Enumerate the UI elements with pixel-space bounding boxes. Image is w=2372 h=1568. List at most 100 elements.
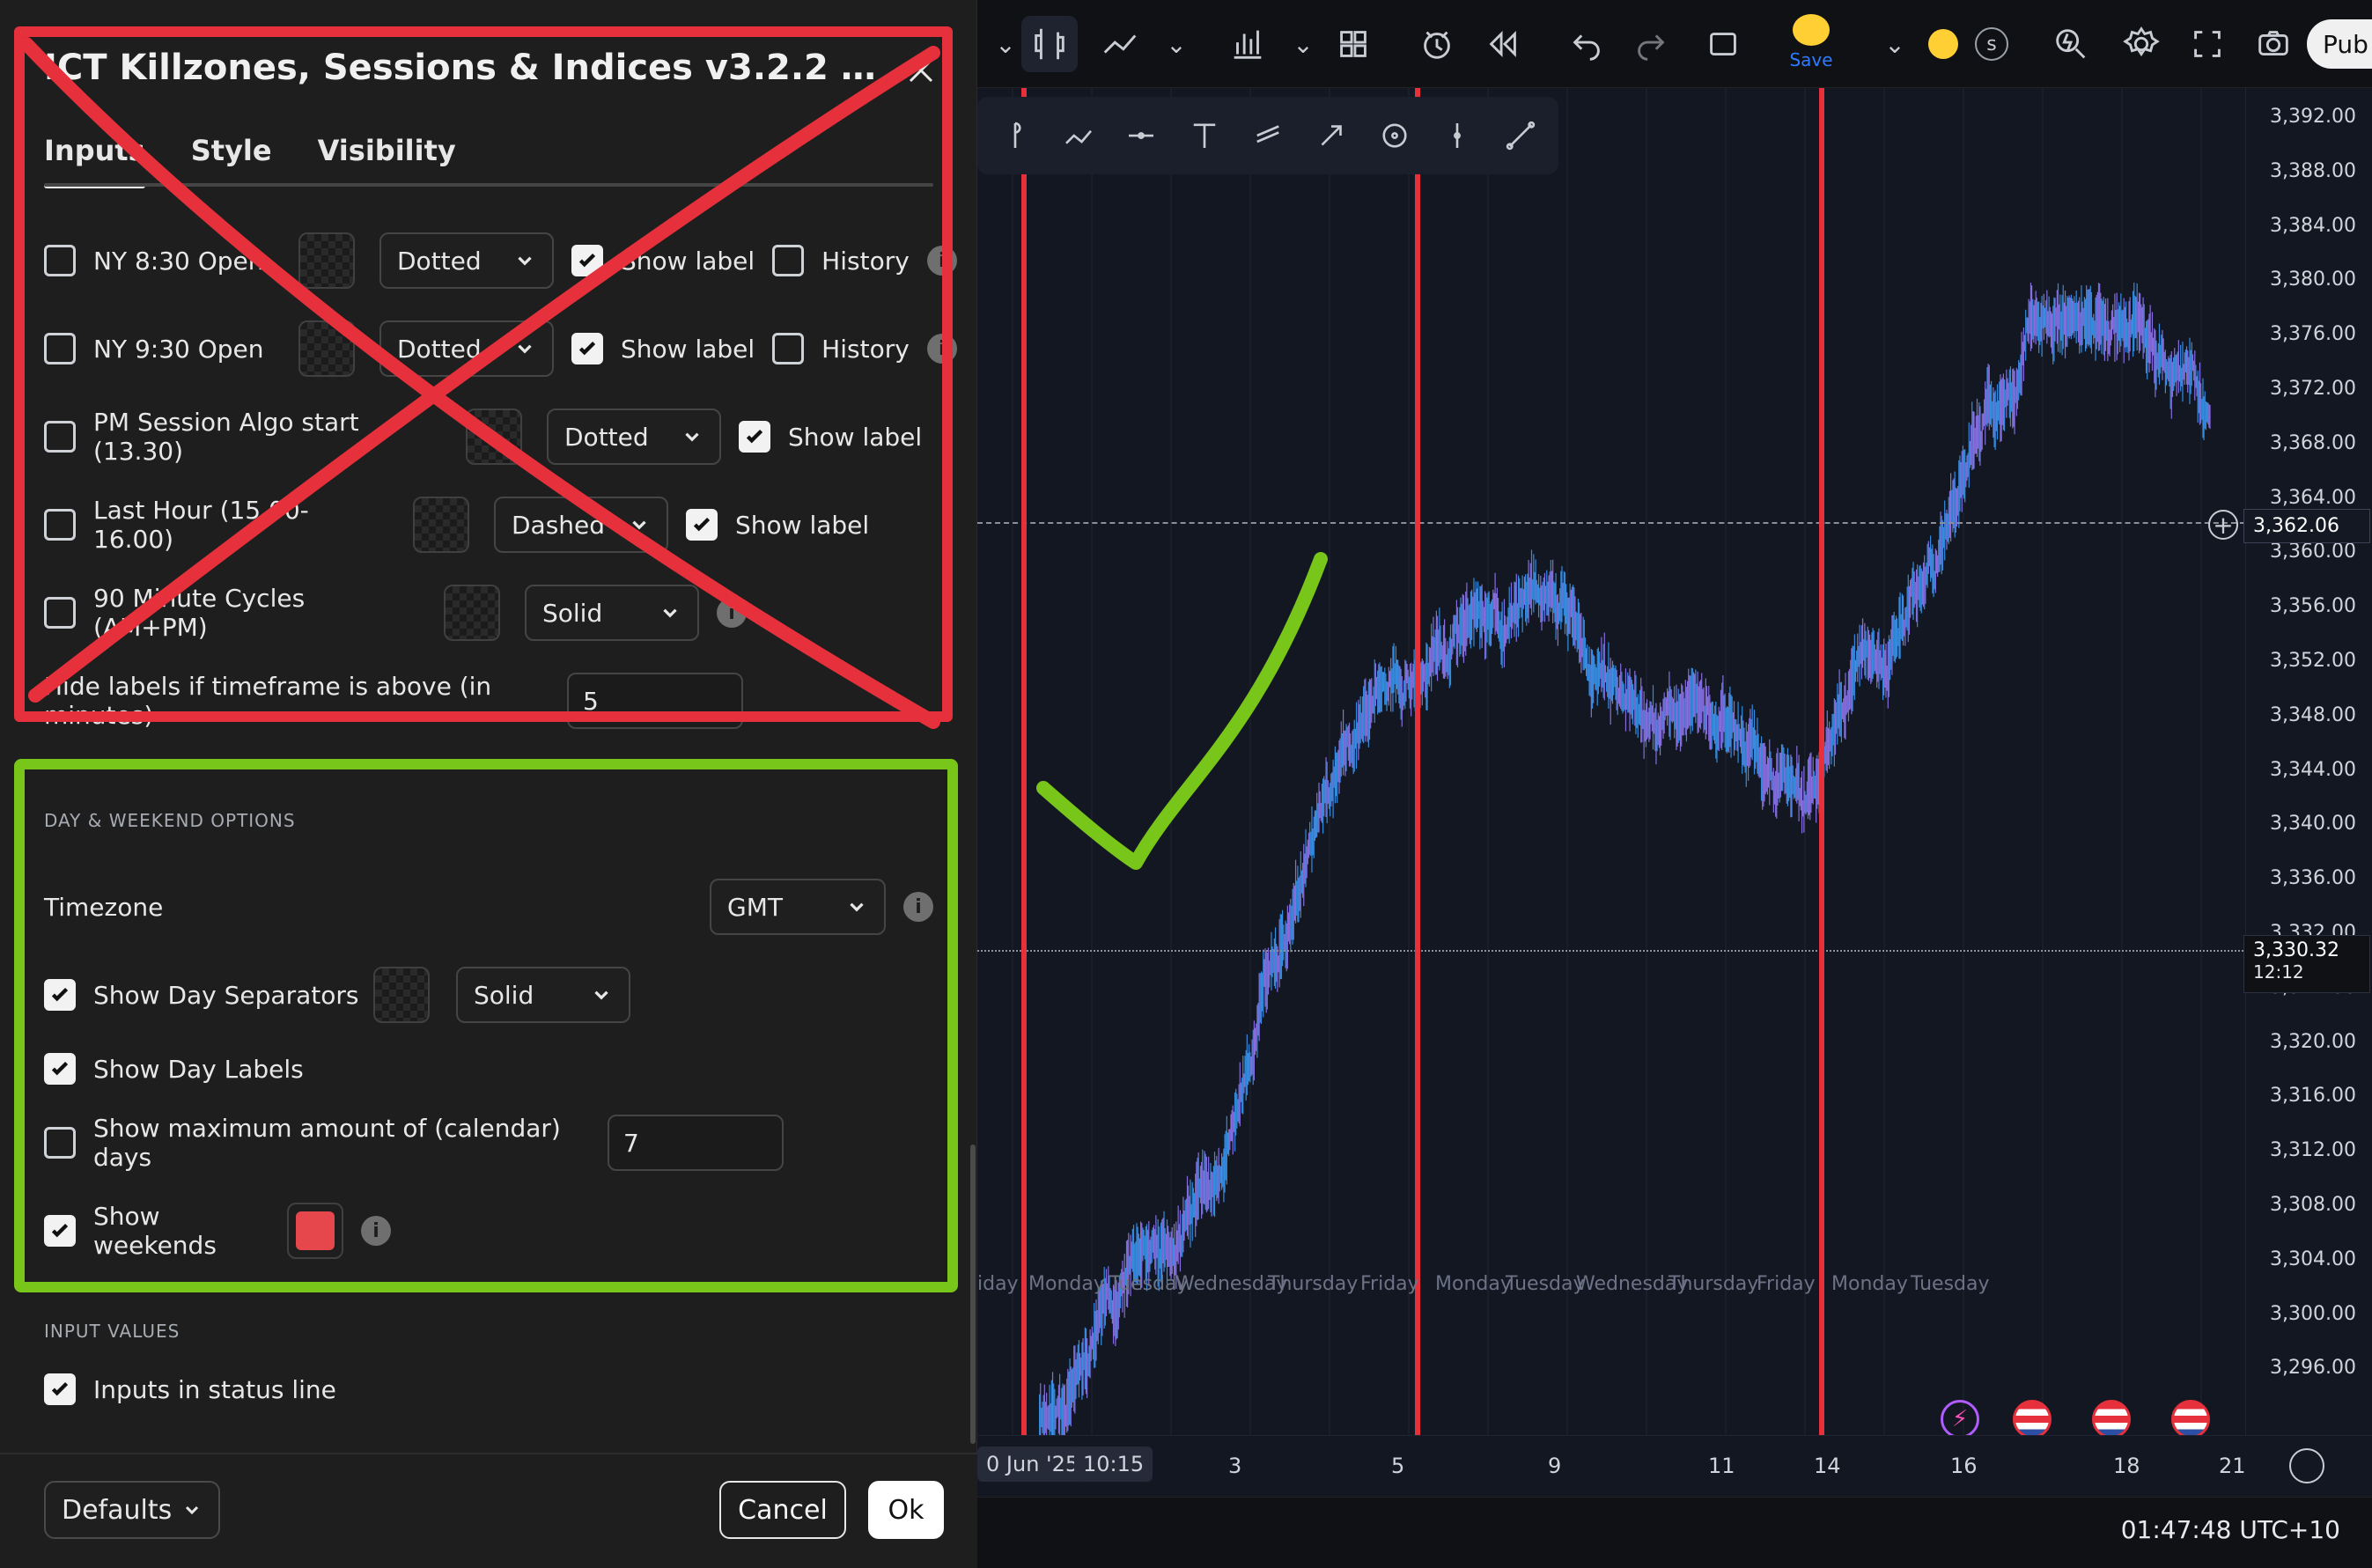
us-flag-icon[interactable] bbox=[2171, 1400, 2210, 1439]
weekend-color-swatch[interactable] bbox=[287, 1203, 343, 1259]
line-style-select[interactable]: Dotted bbox=[379, 232, 554, 289]
info-icon[interactable]: i bbox=[903, 892, 933, 922]
ok-button[interactable]: Ok bbox=[868, 1481, 944, 1539]
line-style-select[interactable]: Solid bbox=[525, 585, 699, 641]
line-style-select[interactable]: Dashed bbox=[494, 497, 668, 553]
color-swatch[interactable] bbox=[444, 585, 500, 641]
day-separator-style-select[interactable]: Solid bbox=[456, 967, 630, 1023]
save-button[interactable]: Save bbox=[1783, 14, 1839, 70]
publish-button[interactable]: Pub bbox=[2307, 19, 2372, 69]
info-icon[interactable]: i bbox=[927, 334, 957, 364]
candle bbox=[1840, 682, 1841, 737]
undo-button[interactable] bbox=[1558, 16, 1615, 72]
defaults-button[interactable]: Defaults bbox=[44, 1481, 220, 1539]
info-icon[interactable]: i bbox=[717, 598, 747, 628]
checkbox-show-label[interactable] bbox=[571, 245, 603, 276]
hide-labels-input[interactable]: 5 bbox=[567, 673, 743, 729]
info-icon[interactable]: i bbox=[361, 1216, 391, 1246]
alert-button[interactable] bbox=[1409, 16, 1465, 72]
fullscreen-icon bbox=[2187, 24, 2228, 64]
gear-icon[interactable] bbox=[2289, 1448, 2324, 1483]
horizontal-ray-button[interactable] bbox=[1118, 112, 1166, 159]
quick-search-button[interactable] bbox=[2043, 16, 2099, 72]
checkbox-pm-session[interactable] bbox=[44, 421, 76, 453]
arrow-tool-button[interactable] bbox=[1308, 112, 1355, 159]
candle bbox=[1493, 593, 1494, 609]
layouts-button[interactable] bbox=[1325, 16, 1381, 72]
candle bbox=[1979, 406, 1980, 466]
checkbox-last-hour[interactable] bbox=[44, 509, 76, 541]
user-avatar-button[interactable]: s bbox=[1963, 16, 2020, 72]
time-axis[interactable]: 0 Jun '25 10:15 3 5 9 11 14 16 18 21 bbox=[977, 1435, 2372, 1497]
candle bbox=[1308, 833, 1309, 858]
tab-inputs[interactable]: Inputs bbox=[44, 134, 145, 187]
color-swatch[interactable] bbox=[466, 409, 522, 465]
candle bbox=[1330, 774, 1331, 806]
candle bbox=[2045, 300, 2046, 334]
checkbox-max-days[interactable] bbox=[44, 1127, 76, 1159]
fullscreen-button[interactable] bbox=[2179, 16, 2236, 72]
settings-button[interactable] bbox=[2113, 16, 2169, 72]
checkbox-show-label[interactable] bbox=[571, 333, 603, 364]
checkbox-ny830[interactable] bbox=[44, 245, 76, 276]
checkbox-inputs-status-line[interactable] bbox=[44, 1373, 76, 1405]
timezone-select[interactable]: GMT bbox=[710, 879, 886, 935]
checkbox-day-labels[interactable] bbox=[44, 1053, 76, 1085]
row-label: 90 Minute Cycles (AM+PM) bbox=[93, 584, 419, 642]
checkbox-day-separators[interactable] bbox=[44, 979, 76, 1011]
candle bbox=[1655, 703, 1656, 765]
candle bbox=[1220, 1167, 1221, 1183]
us-flag-icon[interactable] bbox=[2092, 1400, 2131, 1439]
candle bbox=[1336, 752, 1337, 796]
color-swatch[interactable] bbox=[298, 320, 355, 377]
chevron-down-icon[interactable]: ⌄ bbox=[1275, 16, 1331, 72]
chevron-down-icon[interactable]: ⌄ bbox=[977, 16, 1034, 72]
price-axis[interactable]: 3,392.00 3,388.00 3,384.00 3,380.00 3,376.00… bbox=[2245, 88, 2372, 1444]
lightning-event-icon[interactable]: ⚡ bbox=[1941, 1400, 1979, 1439]
redo-button[interactable] bbox=[1623, 16, 1679, 72]
line-style-select[interactable]: Dotted bbox=[547, 409, 721, 465]
candle bbox=[1215, 1160, 1216, 1195]
dialog-scrollbar[interactable] bbox=[970, 1145, 976, 1444]
text-tool-button[interactable] bbox=[1181, 112, 1228, 159]
checkbox-show-label[interactable] bbox=[739, 421, 770, 453]
fullscreen-chart-button[interactable] bbox=[1695, 16, 1751, 72]
color-swatch[interactable] bbox=[373, 967, 430, 1023]
candle bbox=[1965, 462, 1966, 487]
vertical-line-button[interactable] bbox=[1433, 112, 1481, 159]
us-flag-icon[interactable] bbox=[2013, 1400, 2052, 1439]
tab-style[interactable]: Style bbox=[191, 134, 272, 187]
line-chart-button[interactable] bbox=[1092, 16, 1148, 72]
pin-tool-button[interactable] bbox=[991, 112, 1039, 159]
candle bbox=[2134, 296, 2135, 339]
color-swatch[interactable] bbox=[413, 497, 469, 553]
checkbox-history[interactable] bbox=[772, 245, 804, 276]
indicators-button[interactable] bbox=[1219, 16, 1276, 72]
close-button[interactable] bbox=[902, 51, 940, 90]
color-swatch[interactable] bbox=[298, 232, 355, 289]
circle-tool-button[interactable] bbox=[1371, 112, 1418, 159]
add-alert-icon[interactable]: + bbox=[2208, 510, 2238, 540]
chevron-down-icon bbox=[513, 249, 536, 272]
replay-button[interactable] bbox=[1475, 16, 1531, 72]
checkbox-90min-cycles[interactable] bbox=[44, 597, 76, 629]
checkbox-ny930[interactable] bbox=[44, 333, 76, 364]
save-label: Save bbox=[1789, 49, 1832, 70]
max-days-input[interactable]: 7 bbox=[608, 1115, 784, 1171]
checkbox-history[interactable] bbox=[772, 333, 804, 364]
checkbox-weekends[interactable] bbox=[44, 1215, 76, 1247]
candle bbox=[1058, 1385, 1059, 1434]
chevron-down-icon[interactable]: ⌄ bbox=[1148, 16, 1204, 72]
line-style-select[interactable]: Dotted bbox=[379, 320, 554, 377]
candle bbox=[1605, 665, 1606, 682]
trend-tool-button[interactable] bbox=[1055, 112, 1102, 159]
checkbox-show-label[interactable] bbox=[686, 509, 718, 541]
tab-visibility[interactable]: Visibility bbox=[318, 134, 456, 187]
screenshot-button[interactable] bbox=[2245, 16, 2302, 72]
channel-tool-button[interactable] bbox=[1244, 112, 1292, 159]
candle bbox=[1870, 640, 1871, 684]
cancel-button[interactable]: Cancel bbox=[719, 1481, 846, 1539]
chart-canvas[interactable] bbox=[977, 88, 2272, 1435]
info-icon[interactable]: i bbox=[927, 246, 957, 276]
line-tool-button[interactable] bbox=[1497, 112, 1544, 159]
